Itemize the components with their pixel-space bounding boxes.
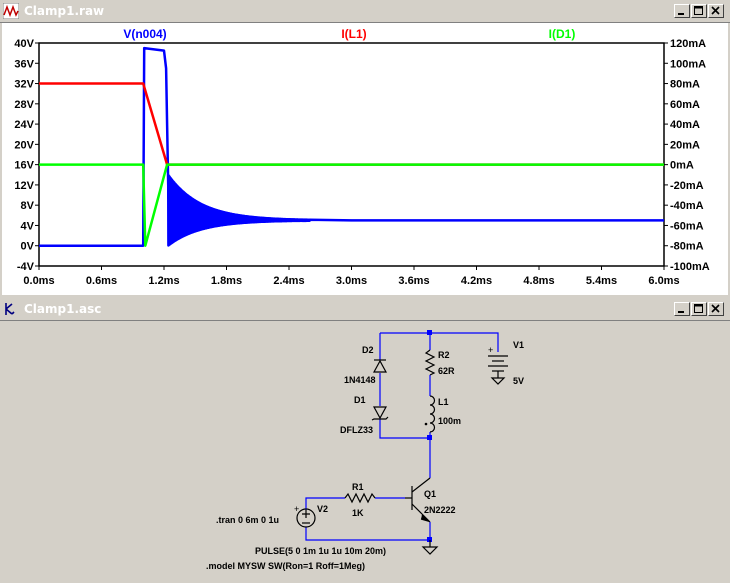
y-left-tick-label: 36V xyxy=(14,58,34,70)
x-tick-label: 3.0ms xyxy=(336,275,367,287)
close-icon xyxy=(711,304,720,313)
x-tick-label: 0.0ms xyxy=(23,275,54,287)
x-tick-label: 6.0ms xyxy=(648,275,679,287)
y-right-tick-label: -100mA xyxy=(670,261,710,273)
y-left-tick-label: 32V xyxy=(14,79,34,91)
y-left-tick-label: 0V xyxy=(21,241,35,253)
y-left-tick-label: 16V xyxy=(14,160,34,172)
minimize-button[interactable] xyxy=(674,4,690,18)
y-right-tick-label: -80mA xyxy=(670,241,704,253)
legend-label[interactable]: I(D1) xyxy=(549,27,576,41)
y-right-tick-label: 60mA xyxy=(670,99,700,111)
legend-label[interactable]: I(L1) xyxy=(341,27,366,41)
y-right-tick-label: 20mA xyxy=(670,139,700,151)
y-right-tick-label: 120mA xyxy=(670,38,706,50)
x-tick-label: 3.6ms xyxy=(398,275,429,287)
y-left-tick-label: 8V xyxy=(21,200,35,212)
plot-frame xyxy=(38,42,665,267)
x-tick-label: 5.4ms xyxy=(586,275,617,287)
x-tick-label: 4.2ms xyxy=(461,275,492,287)
minimize-icon xyxy=(678,311,684,313)
y-left-tick-label: 12V xyxy=(14,180,34,192)
plot-window: Clamp1.raw 40V 36V 32V 28V 24V 20V 16V 12V 8V 4V 0… xyxy=(0,0,730,297)
close-button[interactable] xyxy=(708,4,724,18)
y-left-tick-label: 40V xyxy=(14,38,34,50)
legend-label[interactable]: V(n004) xyxy=(123,27,166,41)
maximize-button[interactable] xyxy=(691,4,707,18)
series-line-i-l1-[interactable] xyxy=(39,82,664,166)
y-left-tick-label: 24V xyxy=(14,119,34,131)
y-left-tick-label: 28V xyxy=(14,99,34,111)
y-right-tick-label: -20mA xyxy=(670,180,704,192)
y-right-tick-label: 80mA xyxy=(670,79,700,91)
close-icon xyxy=(711,6,720,15)
x-tick-label: 4.8ms xyxy=(523,275,554,287)
x-tick-label: 1.8ms xyxy=(211,275,242,287)
waveform-plot-area[interactable]: 40V 36V 32V 28V 24V 20V 16V 12V 8V 4V 0V -4V 120mA 10… xyxy=(2,23,728,295)
x-tick-label: 0.6ms xyxy=(86,275,117,287)
x-tick-label: 1.2ms xyxy=(148,275,179,287)
schematic-window-titlebar[interactable]: Clamp1.asc xyxy=(0,298,730,321)
plot-window-titlebar[interactable]: Clamp1.raw xyxy=(0,0,730,23)
waveform-chart[interactable]: 40V 36V 32V 28V 24V 20V 16V 12V 8V 4V 0V -4V 120mA 10… xyxy=(2,23,728,295)
maximize-icon xyxy=(694,6,703,15)
y-left-tick-label: 4V xyxy=(21,220,35,232)
schematic-icon xyxy=(5,303,15,315)
y-right-tick-label: -60mA xyxy=(670,220,704,232)
y-right-tick-label: -40mA xyxy=(670,200,704,212)
maximize-icon xyxy=(694,304,703,313)
y-right-tick-label: 0mA xyxy=(670,160,694,172)
y-left-tick-label: -4V xyxy=(17,261,35,273)
minimize-icon xyxy=(678,13,684,15)
schematic-window: Clamp1.asc xyxy=(0,298,730,583)
x-tick-label: 2.4ms xyxy=(273,275,304,287)
close-button[interactable] xyxy=(708,302,724,316)
plot-window-title: Clamp1.raw xyxy=(24,4,105,18)
y-right-tick-label: 100mA xyxy=(670,58,706,70)
maximize-button[interactable] xyxy=(691,302,707,316)
minimize-button[interactable] xyxy=(674,302,690,316)
schematic-window-title: Clamp1.asc xyxy=(24,302,102,316)
y-right-tick-label: 40mA xyxy=(670,119,700,131)
series-line-i-d1-[interactable] xyxy=(39,163,664,247)
waveform-icon xyxy=(3,3,19,19)
series-line-v-n004-[interactable] xyxy=(39,46,664,247)
y-left-tick-label: 20V xyxy=(14,139,34,151)
